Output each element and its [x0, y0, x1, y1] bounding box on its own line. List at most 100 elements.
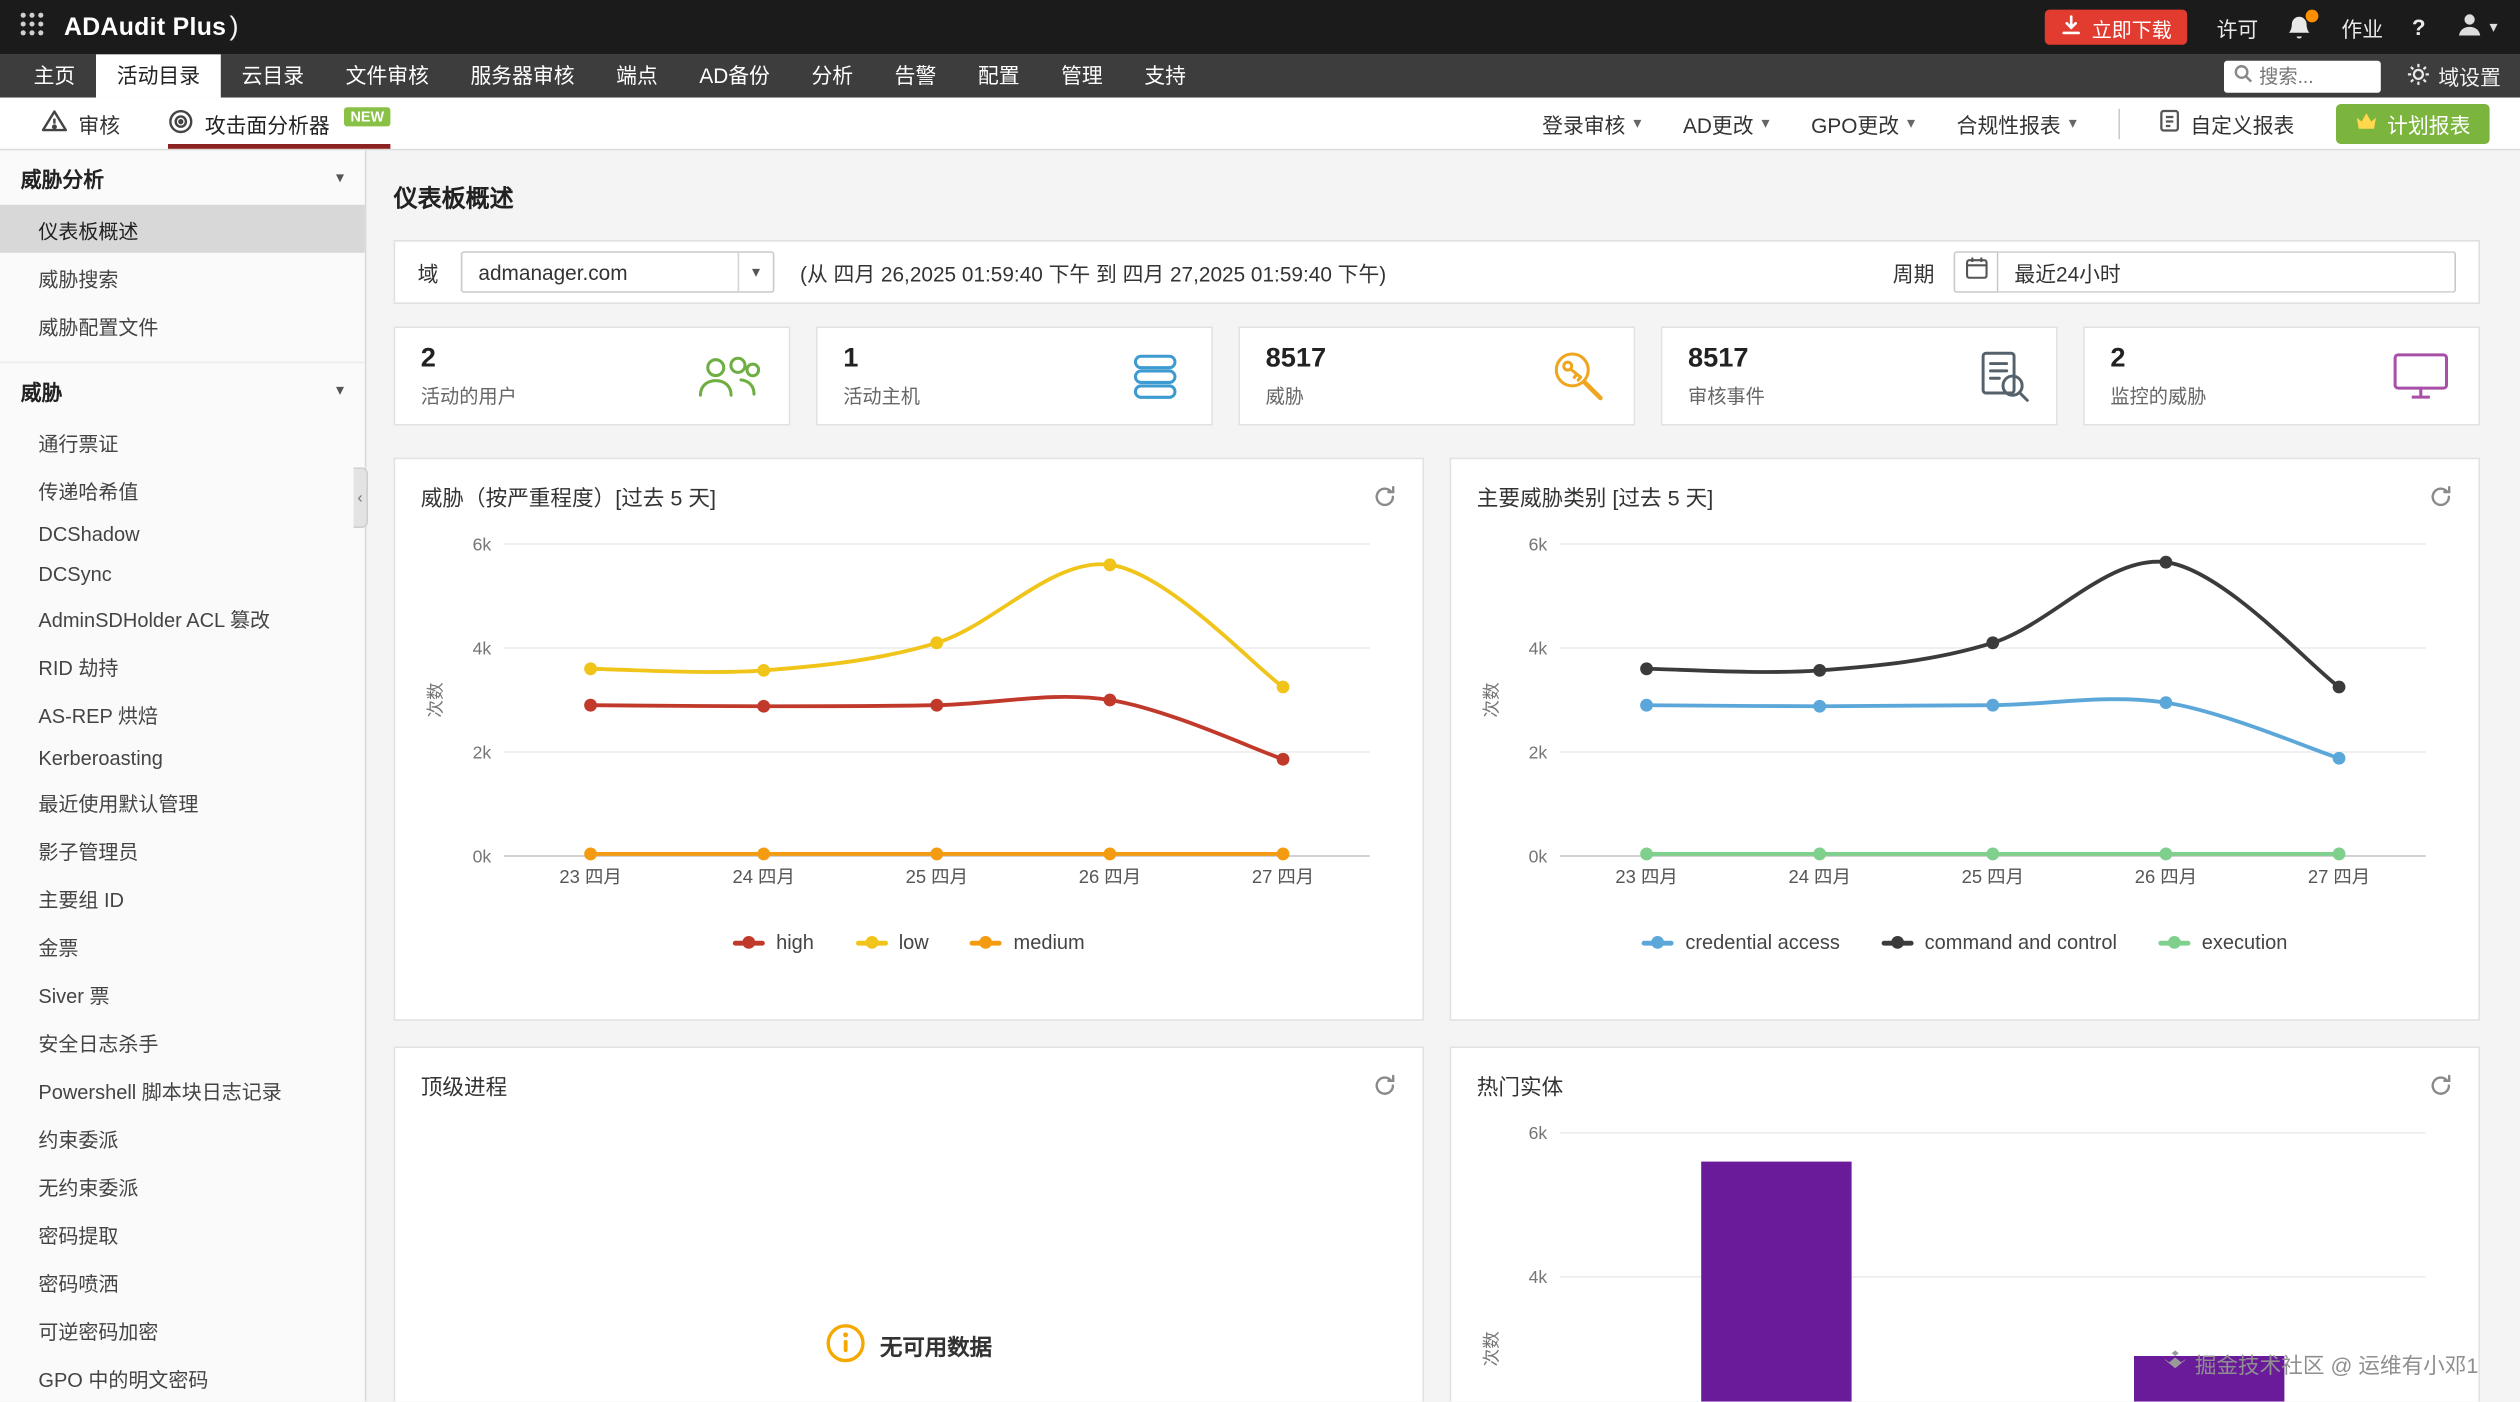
data-point[interactable] — [584, 662, 597, 676]
sidebar-item[interactable]: Powershell 脚本块日志记录 — [0, 1066, 365, 1114]
sidebar-item[interactable]: 金票 — [0, 922, 365, 970]
sidebar-item[interactable]: AdminSDHolder ACL 篡改 — [0, 594, 365, 642]
sidebar-item[interactable]: 可逆密码加密 — [0, 1306, 365, 1354]
sidebar-item[interactable]: 传递哈希值 — [0, 466, 365, 514]
license-link[interactable]: 许可 — [2217, 12, 2259, 42]
sidebar-section-header[interactable]: 威胁 ▾ — [0, 361, 365, 418]
sidebar-item[interactable]: 影子管理员 — [0, 826, 365, 874]
data-point[interactable] — [1276, 680, 1290, 694]
stat-card[interactable]: 2 监控的威胁 — [2083, 326, 2480, 426]
stat-card[interactable]: 8517 威胁 — [1238, 326, 1636, 426]
data-point[interactable] — [1640, 847, 1653, 861]
legend-item[interactable]: credential access — [1642, 931, 1840, 954]
stat-card[interactable]: 8517 审核事件 — [1660, 326, 2058, 426]
report-menu[interactable]: 合规性报表 ▾ — [1957, 108, 2077, 138]
data-point[interactable] — [2159, 555, 2173, 569]
refresh-icon[interactable] — [2429, 484, 2453, 508]
nav-tab[interactable]: 告警 — [874, 54, 957, 97]
sidebar-item[interactable]: 威胁搜索 — [0, 253, 365, 301]
sidebar-item[interactable]: Kerberoasting — [0, 738, 365, 778]
nav-tab[interactable]: 活动目录 — [96, 54, 221, 98]
data-point[interactable] — [930, 698, 944, 712]
stat-card[interactable]: 2 活动的用户 — [393, 326, 791, 426]
refresh-icon[interactable] — [1373, 484, 1397, 508]
legend-item[interactable]: high — [732, 931, 814, 954]
data-point[interactable] — [1103, 847, 1117, 861]
data-point[interactable] — [1813, 699, 1827, 713]
download-button[interactable]: 立即下载 — [2045, 9, 2188, 45]
sidebar-item[interactable]: RID 劫持 — [0, 642, 365, 690]
nav-tab[interactable]: 主页 — [13, 54, 96, 97]
period-value-field[interactable]: 最近24小时 — [1998, 251, 2456, 293]
nav-tab[interactable]: 文件审核 — [325, 54, 450, 97]
sidebar-item[interactable]: 最近使用默认管理 — [0, 778, 365, 826]
bar[interactable] — [1701, 1161, 1852, 1402]
sidebar-section-header[interactable]: 威胁分析 ▾ — [0, 150, 365, 204]
sidebar-item[interactable]: DCShadow — [0, 514, 365, 554]
domain-settings-button[interactable]: 域设置 — [2406, 61, 2501, 91]
apps-grid-icon[interactable] — [19, 10, 45, 44]
report-menu[interactable]: 登录审核 ▾ — [1542, 108, 1641, 138]
data-point[interactable] — [1276, 847, 1290, 861]
sidebar-item[interactable]: 密码提取 — [0, 1210, 365, 1258]
custom-reports-button[interactable]: 自定义报表 — [2118, 108, 2294, 139]
sidebar-item[interactable]: 威胁配置文件 — [0, 301, 365, 349]
data-point[interactable] — [757, 699, 771, 713]
data-point[interactable] — [584, 698, 597, 712]
nav-tab[interactable]: 云目录 — [221, 54, 325, 97]
calendar-button[interactable] — [1953, 251, 1999, 293]
legend-item[interactable]: low — [855, 931, 929, 954]
nav-tab[interactable]: 支持 — [1124, 54, 1207, 97]
sidebar-item[interactable]: GPO 中的明文密码 — [0, 1354, 365, 1402]
report-menu[interactable]: GPO更改 ▾ — [1811, 108, 1915, 138]
sidebar-item[interactable]: 通行票证 — [0, 418, 365, 466]
refresh-icon[interactable] — [2429, 1073, 2453, 1097]
sidebar-item[interactable]: 密码喷洒 — [0, 1258, 365, 1306]
legend-item[interactable]: execution — [2158, 931, 2287, 954]
nav-tab[interactable]: 端点 — [595, 54, 678, 97]
search-input[interactable] — [2259, 64, 2375, 88]
sidebar-item[interactable]: 约束委派 — [0, 1114, 365, 1162]
sidebar-item[interactable]: DCSync — [0, 554, 365, 594]
user-menu[interactable]: ▾ — [2454, 10, 2498, 45]
subnav-item-audit[interactable]: 审核 — [41, 98, 120, 149]
bar[interactable] — [2134, 1356, 2285, 1402]
nav-tab[interactable]: 配置 — [957, 54, 1040, 97]
data-point[interactable] — [1640, 698, 1653, 712]
nav-tab[interactable]: AD备份 — [679, 54, 791, 97]
scheduled-reports-button[interactable]: 计划报表 — [2335, 103, 2490, 144]
refresh-icon[interactable] — [1373, 1073, 1397, 1097]
legend-item[interactable]: medium — [970, 931, 1085, 954]
subnav-item-attack-surface-analyzer[interactable]: 攻击面分析器 NEW — [168, 98, 391, 149]
data-point[interactable] — [1813, 847, 1827, 861]
data-point[interactable] — [930, 636, 944, 650]
search-box[interactable] — [2223, 60, 2381, 92]
data-point[interactable] — [1813, 663, 1827, 677]
data-point[interactable] — [1986, 698, 2000, 712]
sidebar-item[interactable]: Siver 票 — [0, 970, 365, 1018]
data-point[interactable] — [1986, 636, 2000, 650]
data-point[interactable] — [2332, 680, 2346, 694]
jobs-link[interactable]: 作业 — [2341, 12, 2383, 42]
data-point[interactable] — [1640, 662, 1653, 676]
data-point[interactable] — [757, 663, 771, 677]
data-point[interactable] — [757, 847, 771, 861]
data-point[interactable] — [930, 847, 944, 861]
data-point[interactable] — [1276, 752, 1290, 766]
domain-select[interactable]: admanager.com ▾ — [460, 251, 775, 293]
data-point[interactable] — [2159, 696, 2173, 709]
sidebar-item[interactable]: 无约束委派 — [0, 1162, 365, 1210]
data-point[interactable] — [2332, 751, 2346, 765]
nav-tab[interactable]: 服务器审核 — [450, 54, 596, 97]
data-point[interactable] — [2332, 847, 2346, 861]
report-menu[interactable]: AD更改 ▾ — [1683, 108, 1770, 138]
sidebar-item[interactable]: 主要组 ID — [0, 874, 365, 922]
sidebar-collapse-handle[interactable]: ‹ — [353, 467, 368, 528]
notifications-bell-icon[interactable] — [2287, 8, 2320, 41]
sidebar-item[interactable]: 安全日志杀手 — [0, 1018, 365, 1066]
data-point[interactable] — [2159, 847, 2173, 861]
sidebar-item[interactable]: AS-REP 烘焙 — [0, 690, 365, 738]
data-point[interactable] — [1103, 558, 1117, 572]
data-point[interactable] — [1986, 847, 2000, 861]
stat-card[interactable]: 1 活动主机 — [816, 326, 1213, 426]
